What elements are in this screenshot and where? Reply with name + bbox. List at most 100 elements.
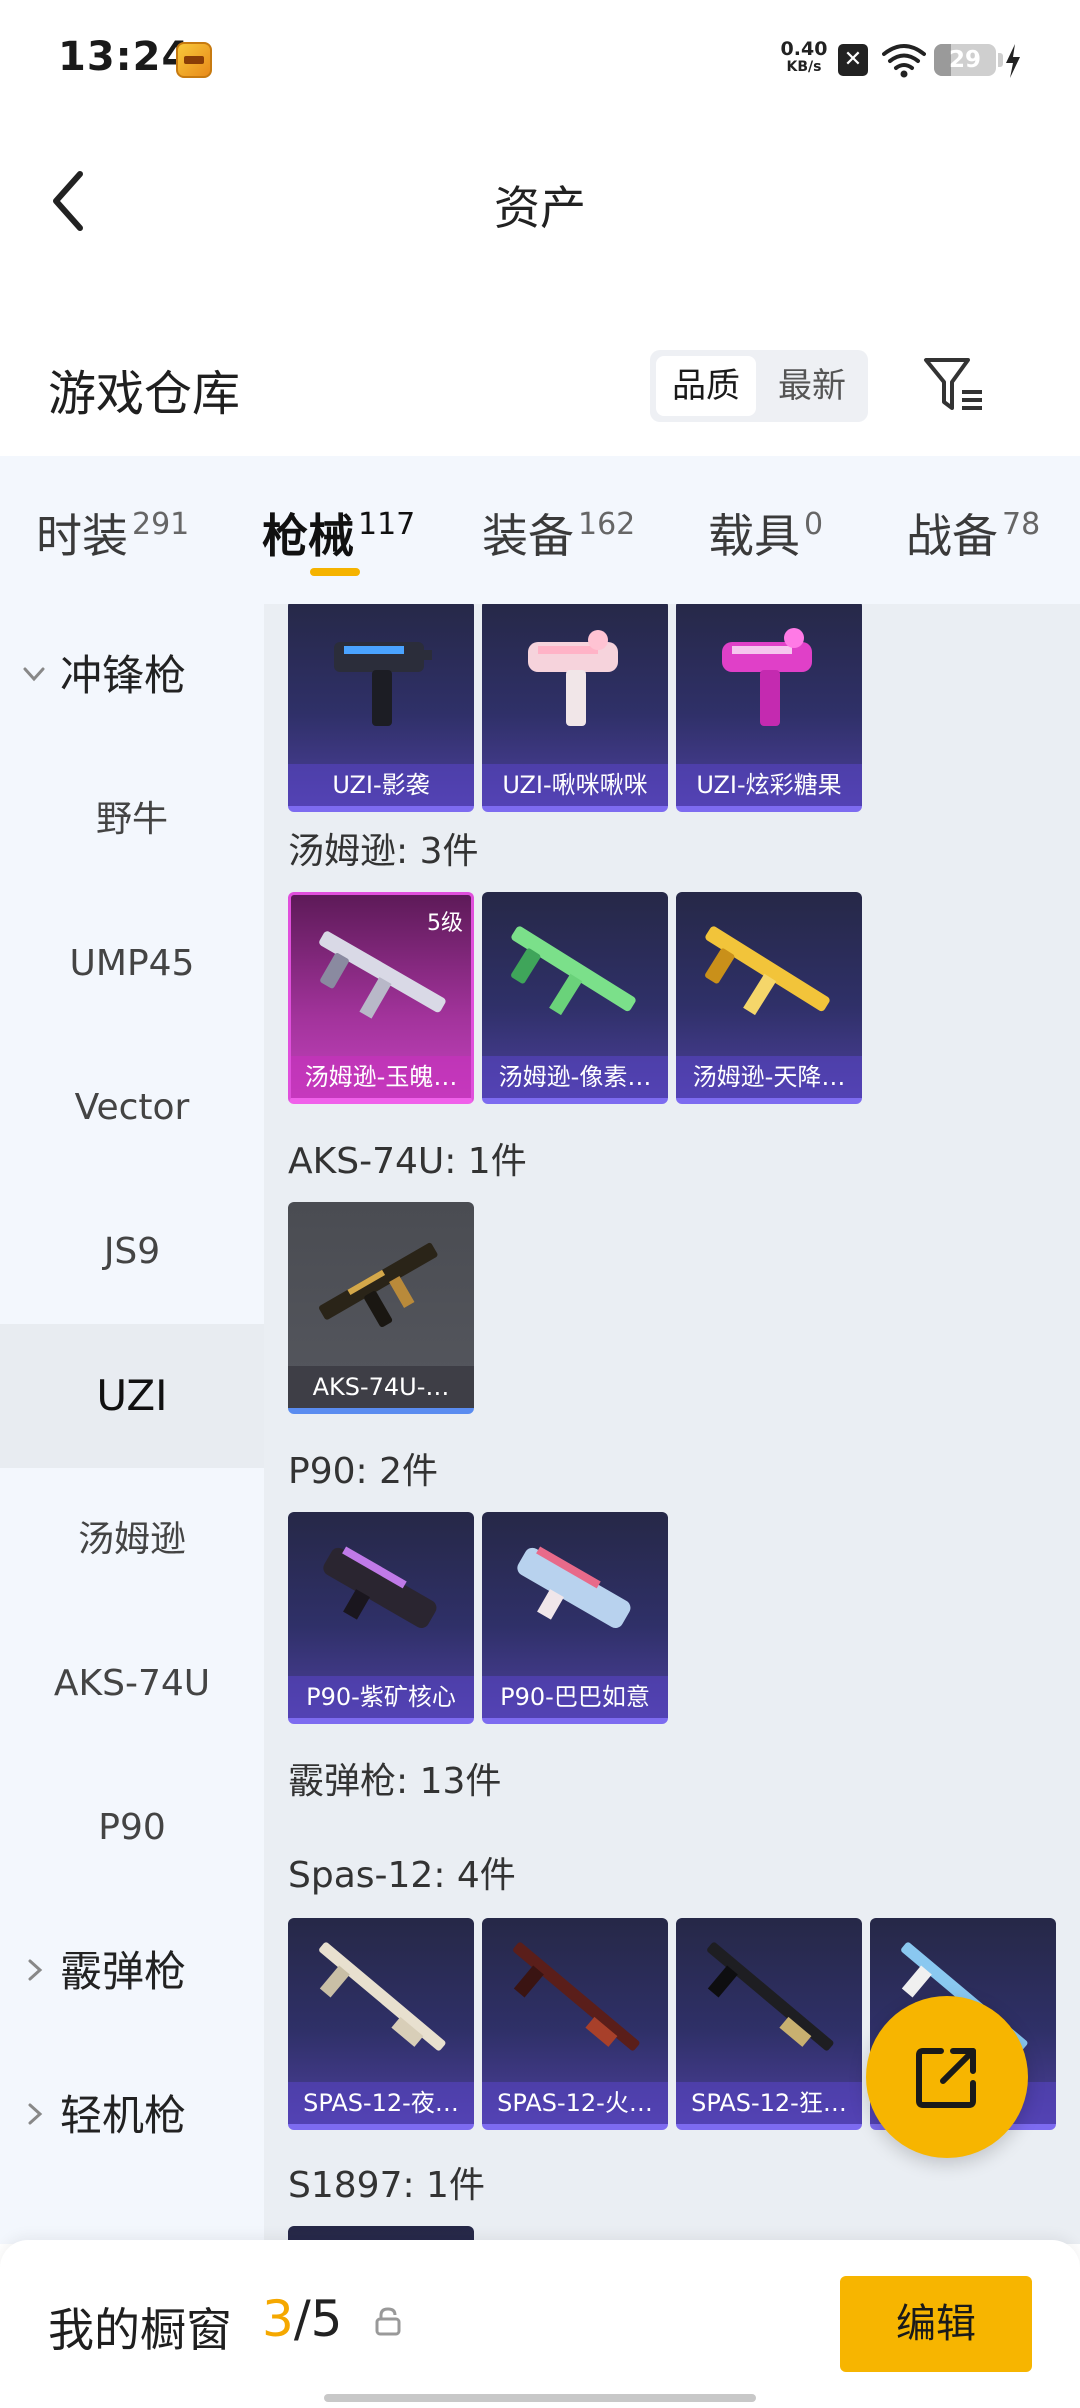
sidebar-item-ump45[interactable]: UMP45 bbox=[0, 892, 264, 1036]
weapon-card-name: SPAS-12-夜… bbox=[288, 2082, 474, 2124]
weapon-card[interactable]: SPAS-12-狂… bbox=[676, 1918, 862, 2130]
shotgun-icon bbox=[707, 1942, 834, 2051]
tab-fashion[interactable]: 时装 291 bbox=[36, 500, 189, 566]
tab-count: 291 bbox=[132, 507, 190, 542]
nav-bar: 资产 bbox=[0, 140, 1080, 260]
tab-label: 枪械 bbox=[262, 509, 354, 563]
chevron-right-icon bbox=[28, 2103, 43, 2125]
smg-icon bbox=[722, 628, 812, 726]
showcase-current: 3 bbox=[262, 2290, 294, 2348]
chevron-right-icon bbox=[28, 1959, 43, 1981]
weapon-sidebar: 冲锋枪 野牛 UMP45 Vector JS9 UZI 汤姆逊 AKS-74U … bbox=[0, 604, 264, 2244]
sidebar-item-uzi[interactable]: UZI bbox=[0, 1324, 264, 1468]
tab-supplies[interactable]: 战备 78 bbox=[906, 500, 1040, 566]
rifle-icon bbox=[319, 1242, 438, 1328]
showcase-total: 5 bbox=[310, 2290, 343, 2348]
weapon-card[interactable]: AKS-74U-… bbox=[288, 1202, 474, 1414]
battery-icon: 29 bbox=[934, 44, 996, 76]
category-tabs: 时装 291 枪械 117 装备 162 载具 0 战备 78 bbox=[0, 456, 1080, 604]
weapon-card-name: P90-紫矿核心 bbox=[288, 1676, 474, 1718]
weapon-card[interactable]: P90-紫矿核心 bbox=[288, 1512, 474, 1724]
weapon-card[interactable]: UZI-啾咪啾咪 bbox=[482, 604, 668, 812]
smg-icon bbox=[517, 1546, 631, 1628]
filter-icon[interactable] bbox=[922, 356, 986, 416]
shotgun-icon bbox=[319, 1942, 446, 2051]
smg-icon bbox=[334, 642, 432, 726]
weapon-card[interactable]: UZI-影袭 bbox=[288, 604, 474, 812]
sidebar-item-p90[interactable]: P90 bbox=[0, 1756, 264, 1900]
weapon-card-name: SPAS-12-狂… bbox=[676, 2082, 862, 2124]
sidebar-category-lmg[interactable]: 轻机枪 bbox=[0, 2044, 264, 2188]
tab-vehicles[interactable]: 载具 0 bbox=[708, 500, 823, 566]
share-export-icon bbox=[916, 2048, 976, 2108]
sort-toggle: 品质 最新 bbox=[650, 350, 868, 422]
chevron-down-icon bbox=[23, 667, 45, 682]
network-speed: 0.40 KB/s bbox=[778, 40, 830, 76]
sidebar-item-thompson[interactable]: 汤姆逊 bbox=[0, 1468, 264, 1612]
sidebar-item-bizon[interactable]: 野牛 bbox=[0, 748, 264, 892]
tab-count: 162 bbox=[578, 507, 636, 542]
share-button[interactable] bbox=[866, 1996, 1028, 2158]
smg-icon bbox=[705, 926, 830, 1016]
shotgun-icon bbox=[513, 1942, 640, 2051]
tab-label: 战备 bbox=[906, 509, 998, 563]
wifi-icon bbox=[882, 44, 926, 78]
sidebar-category-smg[interactable]: 冲锋枪 bbox=[0, 604, 264, 748]
weapon-card-name: UZI-炫彩糖果 bbox=[676, 764, 862, 806]
weapon-card[interactable]: 5级 汤姆逊-玉魄… bbox=[288, 892, 474, 1104]
weapon-card[interactable]: 汤姆逊-天降… bbox=[676, 892, 862, 1104]
weapon-card-name: UZI-啾咪啾咪 bbox=[482, 764, 668, 806]
network-speed-unit: KB/s bbox=[786, 59, 822, 75]
weapon-card[interactable]: SPAS-12-火… bbox=[482, 1918, 668, 2130]
charging-bolt-icon bbox=[1006, 44, 1020, 78]
smg-icon bbox=[528, 630, 618, 726]
weapon-card-name: UZI-影袭 bbox=[288, 764, 474, 806]
sidebar-category-label: 轻机枪 bbox=[60, 2091, 187, 2140]
section-header-s1897: S1897: 1件 bbox=[288, 2165, 485, 2206]
weapon-card[interactable]: UZI-炫彩糖果 bbox=[676, 604, 862, 812]
sidebar-item-js9[interactable]: JS9 bbox=[0, 1180, 264, 1324]
close-x-icon: ✕ bbox=[838, 44, 868, 76]
section-header-thompson: 汤姆逊: 3件 bbox=[288, 831, 479, 872]
weapon-card-name: AKS-74U-… bbox=[288, 1366, 474, 1408]
weapon-card-name: 汤姆逊-像素… bbox=[482, 1056, 668, 1098]
tab-label: 载具 bbox=[708, 509, 800, 563]
smg-icon bbox=[511, 926, 636, 1016]
warehouse-title: 游戏仓库 bbox=[48, 366, 241, 422]
edit-button[interactable]: 编辑 bbox=[840, 2276, 1032, 2372]
showcase-count: 3/5 bbox=[262, 2290, 342, 2348]
sidebar-item-vector[interactable]: Vector bbox=[0, 1036, 264, 1180]
weapon-card-name: 汤姆逊-玉魄… bbox=[291, 1056, 471, 1098]
showcase-bar: 我的橱窗 3/5 编辑 bbox=[0, 2240, 1080, 2408]
page-title: 资产 bbox=[494, 181, 586, 235]
section-header-aks74u: AKS-74U: 1件 bbox=[288, 1141, 527, 1182]
sort-quality-button[interactable]: 品质 bbox=[656, 356, 756, 416]
sidebar-category-shotgun[interactable]: 霰弹枪 bbox=[0, 1900, 264, 2044]
tab-equipment[interactable]: 装备 162 bbox=[482, 500, 635, 566]
showcase-label: 我的橱窗 bbox=[48, 2303, 232, 2357]
sidebar-item-aks74u[interactable]: AKS-74U bbox=[0, 1612, 264, 1756]
battery-level: 29 bbox=[948, 47, 981, 73]
lock-icon bbox=[375, 2307, 401, 2336]
sidebar-category-label: 霰弹枪 bbox=[60, 1947, 187, 1996]
home-indicator[interactable] bbox=[324, 2394, 756, 2402]
active-tab-indicator bbox=[310, 568, 360, 576]
weapon-level-badge: 5级 bbox=[427, 911, 463, 936]
tab-firearms[interactable]: 枪械 117 bbox=[262, 500, 415, 566]
smg-icon bbox=[323, 1546, 437, 1628]
battery-cap bbox=[998, 53, 1003, 67]
tab-label: 时装 bbox=[36, 509, 128, 563]
status-time: 13:24 bbox=[58, 34, 191, 80]
game-app-icon bbox=[176, 42, 212, 78]
weapon-card[interactable]: P90-巴巴如意 bbox=[482, 1512, 668, 1724]
sidebar-category-label: 冲锋枪 bbox=[60, 651, 187, 700]
tab-count: 78 bbox=[1002, 507, 1041, 542]
tab-label: 装备 bbox=[482, 509, 574, 563]
weapon-card[interactable]: 汤姆逊-像素… bbox=[482, 892, 668, 1104]
weapon-card[interactable]: SPAS-12-夜… bbox=[288, 1918, 474, 2130]
section-header-shotgun: 霰弹枪: 13件 bbox=[288, 1761, 502, 1802]
weapon-card-name: P90-巴巴如意 bbox=[482, 1676, 668, 1718]
section-header-p90: P90: 2件 bbox=[288, 1451, 438, 1492]
showcase-separator: / bbox=[293, 2290, 311, 2348]
sort-newest-button[interactable]: 最新 bbox=[762, 356, 862, 416]
